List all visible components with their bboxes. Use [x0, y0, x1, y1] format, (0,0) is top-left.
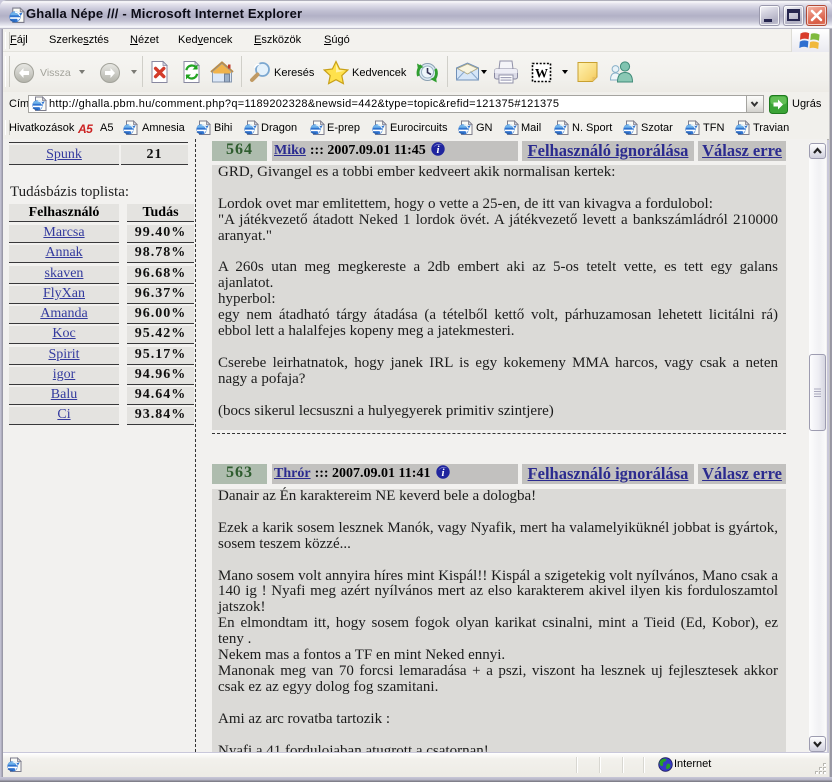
svg-text:W: W — [535, 66, 548, 81]
